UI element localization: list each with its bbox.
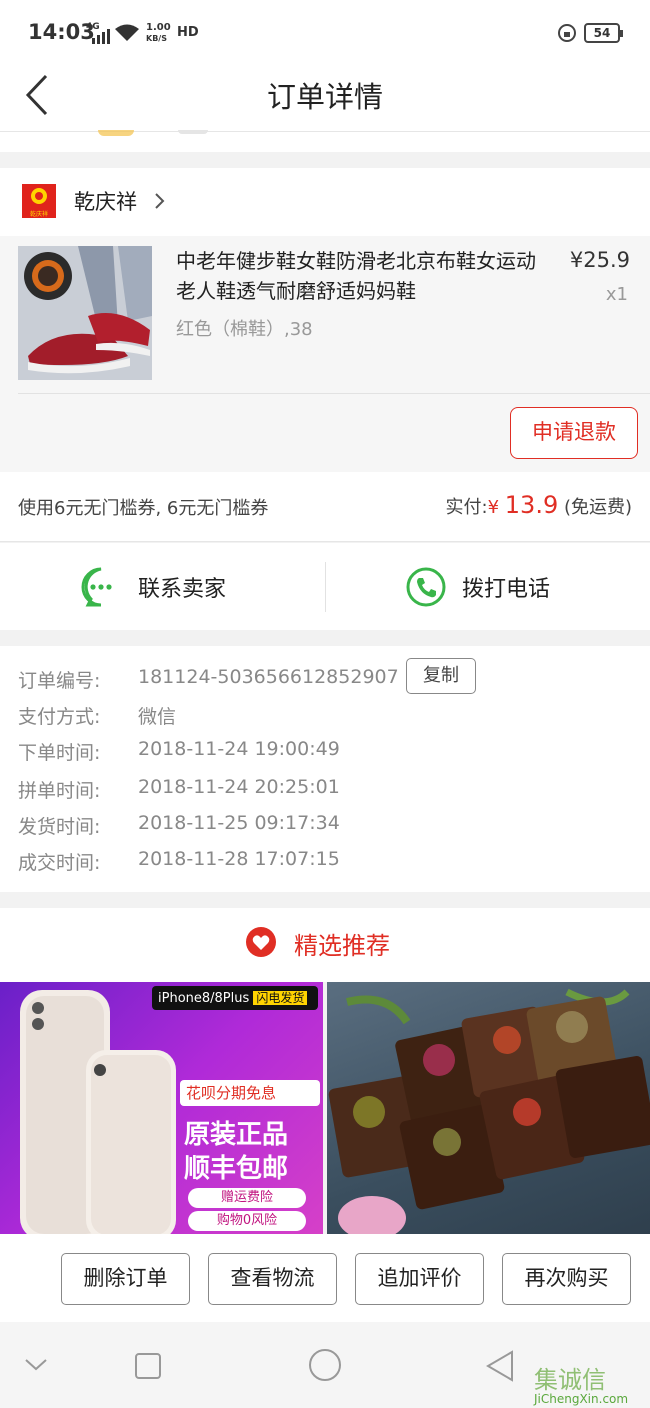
battery-icon: 54 [584,23,623,43]
rotation-lock-icon [558,24,576,42]
divider [18,393,650,394]
chat-icon[interactable] [80,566,122,608]
view-logistics-button[interactable]: 查看物流 [208,1253,337,1305]
recents-icon[interactable] [134,1352,162,1380]
chevron-right-icon [155,193,165,209]
heart-icon [246,927,276,957]
promo-chip-2: 购物0风险 [188,1211,306,1231]
refund-button[interactable]: 申请退款 [510,407,638,459]
paid-amount: 13.9 [504,491,559,519]
product-image[interactable] [18,246,152,380]
net-speed: 1.00 [146,22,171,33]
promo-line-2: 顺丰包邮 [184,1154,289,1184]
chevron-down-icon[interactable] [24,1358,48,1372]
recommend-item-phone[interactable]: iPhone8/8Plus 闪电发货 花呗分期免息 原装正品 顺丰包邮 赠运费险… [0,982,323,1234]
ship-time-value: 2018-11-25 09:17:34 [138,812,340,834]
product-sku: 红色（棉鞋）,38 [176,319,313,340]
vertical-divider [325,562,326,612]
product-quantity: x1 [605,284,628,305]
recommend-item-tea[interactable] [327,982,650,1234]
order-number-value: 181124-503656612852907 [138,666,399,688]
promo-line-1: 原装正品 [184,1120,289,1150]
paid-summary: 实付:¥ 13.9 (免运费) [446,491,632,519]
installment-badge: 花呗分期免息 [180,1080,320,1106]
order-time-value: 2018-11-24 19:00:49 [138,738,340,760]
promo-tag: iPhone8/8Plus 闪电发货 [152,986,318,1010]
net-speed-unit: KB/S [146,34,167,43]
copy-button[interactable]: 复制 [406,658,476,694]
buy-again-button[interactable]: 再次购买 [502,1253,631,1305]
nav-bar: 订单详情 [0,64,650,132]
group-time-value: 2018-11-24 20:25:01 [138,776,340,798]
hd-indicator: HD [177,25,199,40]
payment-method-value: 微信 [138,706,177,728]
ship-time-label: 发货时间: [18,816,101,838]
watermark-logo: 集诚信 [534,1366,606,1394]
call-phone-button[interactable]: 拨打电话 [462,571,550,603]
status-bar: 14:03 4G 1.00 KB/S HD 54 [0,0,650,64]
coupon-text: 使用6元无门槛券, 6元无门槛券 [18,498,269,519]
recommend-title: 精选推荐 [294,932,390,960]
order-number-label: 订单编号: [18,670,101,692]
order-time-label: 下单时间: [18,742,101,764]
product-price: ¥25.9 [569,248,630,272]
wifi-icon [115,24,139,41]
paid-label: 实付: [445,497,488,518]
deal-time-value: 2018-11-28 17:07:15 [138,848,340,870]
paid-currency: ¥ [487,497,500,518]
back-nav-icon[interactable] [484,1350,516,1382]
product-title[interactable]: 中老年健步鞋女鞋防滑老北京布鞋女运动老人鞋透气耐磨舒适妈妈鞋 [176,246,536,306]
promo-chip-1: 赠运费险 [188,1188,306,1208]
contact-seller-button[interactable]: 联系卖家 [138,571,226,603]
group-time-label: 拼单时间: [18,780,101,802]
watermark-text: JiChengXin.com [534,1392,629,1406]
shop-logo: 乾庆祥 [22,184,56,218]
signal-icon [92,26,110,44]
phone-icon[interactable] [405,566,447,608]
status-time: 14:03 [28,20,95,44]
shipping-note: (免运费) [563,497,632,518]
payment-method-label: 支付方式: [18,706,101,728]
deal-time-label: 成交时间: [18,852,101,874]
home-icon[interactable] [308,1348,342,1382]
add-review-button[interactable]: 追加评价 [355,1253,484,1305]
scrolled-section [0,130,650,152]
delete-order-button[interactable]: 删除订单 [61,1253,190,1305]
shop-name[interactable]: 乾庆祥 [74,186,137,216]
page-title: 订单详情 [266,80,383,114]
